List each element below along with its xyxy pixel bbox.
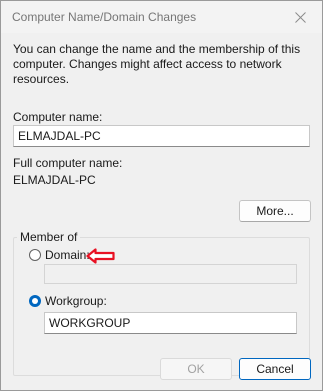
computer-name-value: ELMAJDAL-PC <box>18 129 101 143</box>
workgroup-input[interactable]: WORKGROUP <box>44 312 297 334</box>
full-computer-name-label: Full computer name: <box>13 156 123 170</box>
more-button[interactable]: More... <box>239 200 311 222</box>
dialog-window: Computer Name/Domain Changes You can cha… <box>0 0 323 391</box>
member-of-legend: Member of <box>17 230 81 244</box>
cancel-button[interactable]: Cancel <box>239 358 311 380</box>
full-computer-name-value: ELMAJDAL-PC <box>13 173 96 187</box>
description-text: You can change the name and the membersh… <box>13 42 301 86</box>
ok-button[interactable]: OK <box>160 358 232 380</box>
workgroup-label[interactable]: Workgroup: <box>45 294 107 308</box>
domain-radio[interactable] <box>29 249 41 261</box>
dialog-body: You can change the name and the membersh… <box>1 33 322 390</box>
title-bar: Computer Name/Domain Changes <box>1 1 322 33</box>
window-title: Computer Name/Domain Changes <box>12 10 197 24</box>
close-button[interactable] <box>278 1 322 33</box>
domain-input[interactable] <box>44 264 297 284</box>
close-icon <box>294 11 306 23</box>
workgroup-value: WORKGROUP <box>49 316 131 330</box>
computer-name-label: Computer name: <box>13 110 103 124</box>
red-arrow-left-icon <box>86 248 115 264</box>
domain-label[interactable]: Domain: <box>45 248 90 262</box>
workgroup-radio[interactable] <box>29 295 41 307</box>
computer-name-input[interactable]: ELMAJDAL-PC <box>13 125 310 147</box>
